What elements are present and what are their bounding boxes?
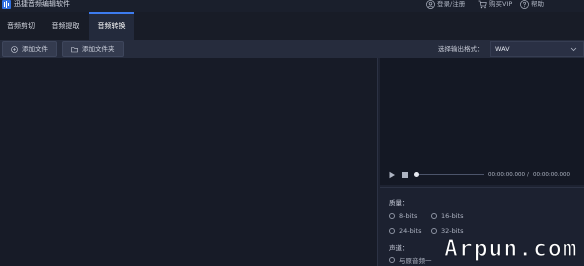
player-controls: 00:00:00.000 / 00:00:00.000: [380, 167, 584, 183]
stop-icon[interactable]: [402, 172, 408, 178]
radio-label: 8-bits: [399, 212, 418, 220]
toolbar: 添加文件 添加文件夹 选择输出格式： WAV: [0, 40, 584, 58]
help-label: 帮助: [531, 0, 544, 8]
tab-audio-convert[interactable]: 音频转换: [89, 12, 134, 40]
radio-16-bits[interactable]: 16-bits: [431, 212, 463, 220]
radio-dot: [431, 228, 437, 234]
progress-track[interactable]: [414, 174, 484, 175]
radio-dot: [389, 228, 395, 234]
total-time: 00:00:00.000: [533, 172, 570, 178]
chevron-down-icon: [570, 47, 577, 52]
buy-vip-link[interactable]: 购买VIP: [478, 0, 512, 9]
active-tab-indicator: [89, 12, 134, 14]
watermark-text: Arpun.com: [444, 236, 578, 262]
output-format-select[interactable]: WAV: [490, 41, 584, 57]
output-format-value: WAV: [495, 45, 510, 53]
login-link[interactable]: 登录/注册: [426, 0, 465, 9]
time-separator: /: [527, 172, 529, 178]
add-folder-label: 添加文件夹: [82, 45, 115, 53]
radio-dot: [389, 257, 395, 263]
radio-8-bits[interactable]: 8-bits: [389, 212, 417, 220]
quality-label: 质量：: [389, 199, 409, 207]
radio-dot: [389, 213, 395, 219]
login-label: 登录/注册: [437, 0, 466, 8]
help-icon: [520, 0, 529, 9]
channel-label: 声道：: [389, 244, 409, 252]
add-file-icon: [11, 45, 18, 53]
app-logo-icon: [2, 0, 11, 9]
watermark-logo: Arpun.com: [443, 235, 578, 262]
folder-icon: [71, 46, 78, 52]
file-list-panel[interactable]: [0, 58, 378, 266]
add-folder-button[interactable]: 添加文件夹: [62, 41, 124, 57]
current-time: 00:00:00.000: [488, 172, 525, 178]
app-title: 迅捷音频编辑软件: [14, 0, 70, 8]
buy-vip-label: 购买VIP: [489, 0, 513, 8]
help-link[interactable]: 帮助: [520, 0, 544, 9]
progress-knob[interactable]: [414, 172, 419, 177]
preview-player: [380, 58, 584, 185]
user-icon: [426, 0, 435, 9]
tab-audio-cut[interactable]: 音频剪切: [0, 12, 42, 40]
title-bar: 迅捷音频编辑软件 登录/注册 购买VIP 帮助: [0, 0, 584, 12]
add-file-label: 添加文件: [22, 45, 48, 53]
radio-dot: [431, 213, 437, 219]
main-tabs: 音频剪切 音频提取 音频转换: [0, 12, 584, 40]
radio-label: 16-bits: [441, 212, 464, 220]
cart-icon: [478, 0, 487, 9]
radio-24-bits[interactable]: 24-bits: [389, 227, 421, 235]
output-format-label: 选择输出格式：: [438, 45, 484, 53]
radio-label: 24-bits: [399, 227, 422, 235]
tab-audio-extract[interactable]: 音频提取: [42, 12, 89, 40]
radio-channel-original[interactable]: 与原音频一: [389, 255, 432, 265]
play-icon[interactable]: [388, 171, 396, 179]
add-file-button[interactable]: 添加文件: [2, 41, 57, 57]
radio-label: 与原音频一: [399, 257, 432, 265]
